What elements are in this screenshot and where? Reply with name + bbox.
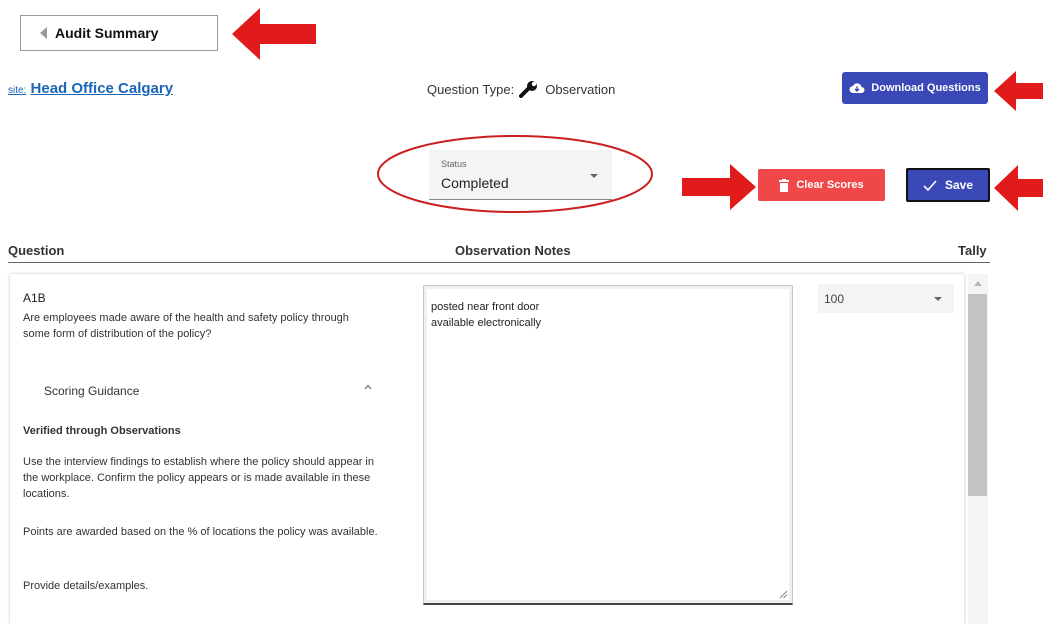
site-name: Head Office Calgary <box>30 80 174 97</box>
question-type: Question Type: Observation <box>427 80 615 98</box>
question-type-value: Observation <box>545 81 616 97</box>
annotation-arrow-icon <box>682 164 756 210</box>
guidance-paragraph: Use the interview findings to establish … <box>23 456 374 500</box>
tally-select[interactable]: 100 <box>818 284 954 313</box>
tally-value: 100 <box>824 292 845 306</box>
question-type-label: Question Type: <box>427 81 515 97</box>
chevron-up-icon[interactable] <box>364 383 372 391</box>
site-link[interactable]: site: Head Office Calgary <box>8 80 173 97</box>
wrench-icon <box>519 81 538 98</box>
guidance-paragraph: Provide details/examples. <box>23 580 149 592</box>
trash-icon <box>779 178 790 192</box>
annotation-arrow-icon <box>994 71 1043 111</box>
site-prefix: site: <box>8 85 27 96</box>
annotation-ellipse <box>377 135 653 213</box>
check-icon <box>923 179 937 191</box>
question-id: A1B <box>23 291 46 305</box>
annotation-arrow-icon <box>994 165 1043 211</box>
question-column-header: Question <box>8 243 65 258</box>
audit-summary-back-button[interactable]: Audit Summary <box>20 15 218 51</box>
clear-scores-button[interactable]: Clear Scores <box>758 169 885 201</box>
resize-grip-icon[interactable] <box>779 590 788 599</box>
clear-scores-label: Clear Scores <box>796 179 864 191</box>
question-text: Are employees made aware of the health a… <box>23 312 349 340</box>
scrollbar-thumb[interactable] <box>968 294 987 496</box>
scroll-up-arrow-icon[interactable] <box>974 281 982 286</box>
download-questions-button[interactable]: Download Questions <box>842 72 988 104</box>
observation-notes-text: posted near front door available electro… <box>431 301 542 329</box>
caret-left-icon <box>40 27 47 39</box>
observation-notes-textarea[interactable]: posted near front door available electro… <box>423 285 793 605</box>
scoring-guidance-toggle[interactable]: Scoring Guidance <box>44 384 139 398</box>
save-button[interactable]: Save <box>906 168 990 202</box>
header-divider <box>8 262 990 263</box>
observation-notes-column-header: Observation Notes <box>455 243 571 258</box>
back-button-label: Audit Summary <box>55 25 159 41</box>
dropdown-caret-icon <box>934 297 942 301</box>
guidance-heading: Verified through Observations <box>23 425 181 437</box>
save-label: Save <box>944 178 974 192</box>
cloud-download-icon <box>849 83 865 93</box>
tally-column-header: Tally <box>958 243 987 258</box>
guidance-paragraph: Points are awarded based on the % of loc… <box>23 526 378 538</box>
annotation-arrow-icon <box>232 8 316 60</box>
download-questions-label: Download Questions <box>871 82 981 94</box>
